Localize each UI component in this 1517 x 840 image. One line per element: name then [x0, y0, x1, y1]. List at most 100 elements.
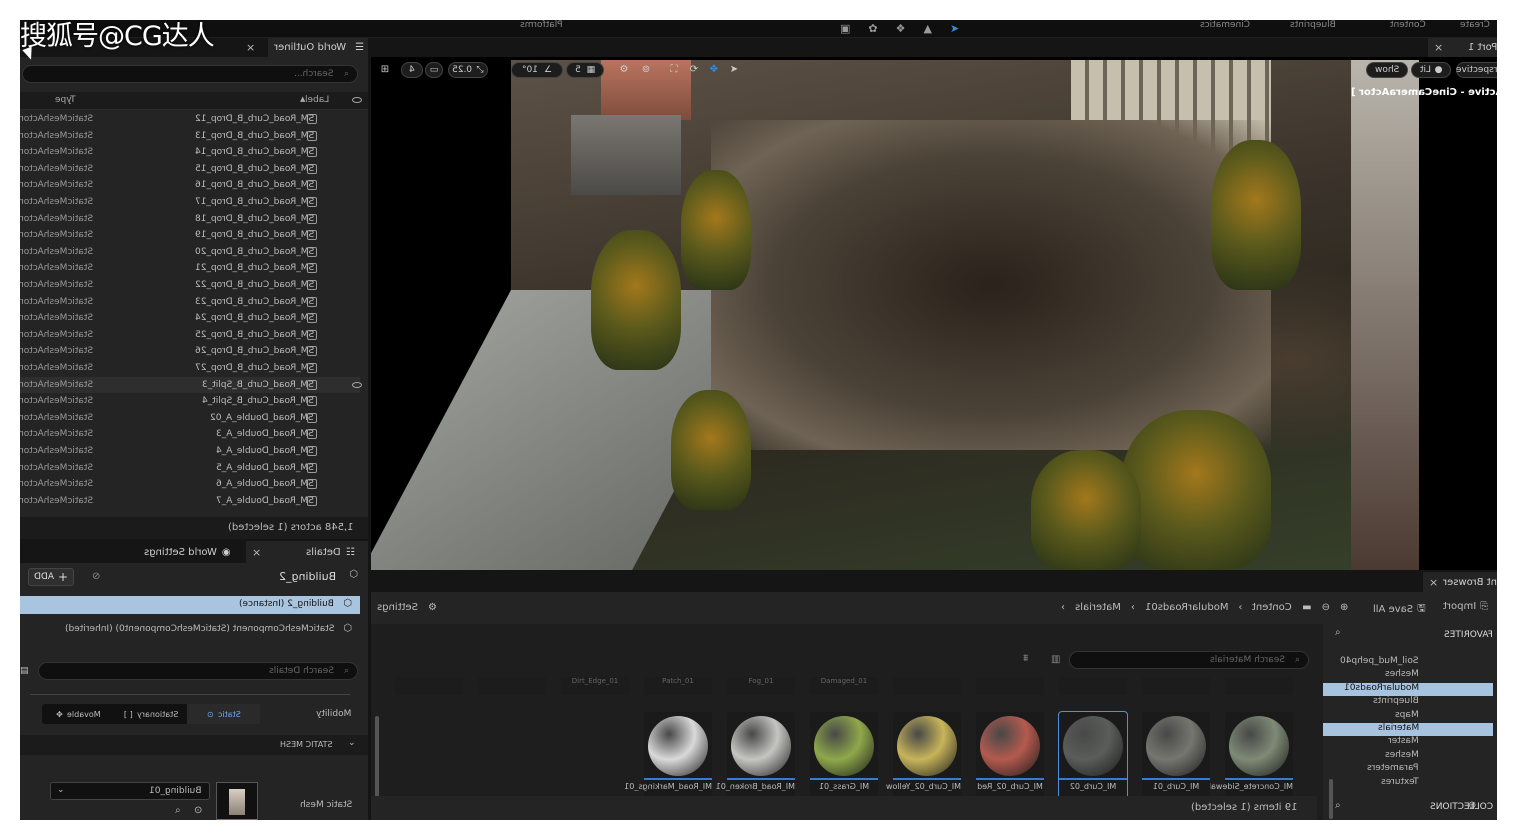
filter-icon[interactable]: ▤	[20, 666, 29, 676]
tab-viewport[interactable]: × Port 1	[1428, 38, 1497, 57]
table-row[interactable]: StaticMeshActor SM_Road_Curb_B_Drop_20	[20, 244, 360, 261]
tile-partial[interactable]	[478, 677, 546, 695]
component-row[interactable]: StaticMeshComponent (StaticMeshComponent…	[20, 621, 360, 639]
table-row[interactable]: StaticMeshActor SM_Road_Curb_B_Drop_12	[20, 111, 360, 128]
visibility-eye-icon[interactable]	[352, 97, 362, 103]
mobility-stationary[interactable]: [ ] Stationary	[115, 704, 188, 724]
breadcrumb-modularroads[interactable]: ModularRoads01	[1145, 602, 1228, 613]
sources-scrollbar[interactable]	[1329, 779, 1333, 819]
tab-world-outliner[interactable]: × World Outliner ☰	[246, 38, 368, 57]
mobility-static[interactable]: ⊙ Static	[187, 704, 261, 724]
tile-partial[interactable]: Damaged_01	[810, 677, 878, 695]
toolbar-item[interactable]: Blueprints	[1290, 20, 1336, 34]
history-forward-icon[interactable]: ⊕	[1340, 602, 1348, 613]
close-icon[interactable]: ×	[246, 41, 255, 54]
tile-partial[interactable]	[893, 677, 961, 695]
static-mesh-dropdown[interactable]: ⌄ Building_01	[50, 782, 210, 800]
static-mesh-thumbnail[interactable]	[216, 782, 258, 820]
table-row[interactable]: StaticMeshActor SM_Road_Double_A_02	[20, 410, 360, 427]
table-row[interactable]: StaticMeshActor SM_Road_Curb_B_Drop_17	[20, 194, 360, 211]
table-row[interactable]: StaticMeshActor SM_Road_Curb_B_Drop_18	[20, 211, 360, 228]
tab-world-settings[interactable]: World Settings ◉	[138, 541, 236, 563]
tile-partial[interactable]	[1225, 677, 1293, 695]
table-row[interactable]: StaticMeshActor SM_Road_Curb_B_Drop_13	[20, 128, 360, 145]
rotate-icon[interactable]: ⟳	[687, 64, 701, 76]
toolbar-item[interactable]: Content	[1390, 20, 1426, 34]
angle-snap-button[interactable]: 10° ∠	[511, 62, 563, 78]
table-row[interactable]: StaticMeshActor SM_Road_Curb_B_Drop_19	[20, 227, 360, 244]
lock-icon[interactable]: ▥	[1051, 654, 1060, 665]
column-type[interactable]: Type	[55, 95, 76, 105]
cube-icon[interactable]: ▣	[840, 22, 850, 35]
toolbar-item[interactable]: Create	[1460, 20, 1490, 34]
table-row[interactable]: StaticMeshActor SM_Road_Double_A_3	[20, 426, 360, 443]
lit-button[interactable]: Lit ●	[1411, 62, 1451, 78]
table-row[interactable]: StaticMeshActor SM_Road_Curb_B_Drop_22	[20, 277, 360, 294]
scale-snap-button[interactable]: 0.25 ⤡	[448, 62, 488, 78]
table-row[interactable]: StaticMeshActor SM_Road_Curb_B_Drop_24	[20, 310, 360, 327]
tile-partial[interactable]	[976, 677, 1044, 695]
sources-item[interactable]: Materials	[1323, 723, 1493, 736]
cinematic-icon[interactable]: ❖	[896, 22, 906, 35]
sources-item[interactable]: ModularRoads01	[1323, 682, 1493, 696]
perspective-button[interactable]: Perspective	[1456, 62, 1497, 78]
materials-search-input[interactable]: Search Materials ⌕	[1069, 651, 1309, 669]
tile-partial[interactable]: Fog_01	[727, 677, 795, 695]
toolbar-item[interactable]: Cinematics	[1200, 20, 1250, 34]
select-icon[interactable]: ➤	[727, 64, 741, 76]
breadcrumb-materials[interactable]: Materials	[1075, 602, 1121, 613]
static-mesh-section-header[interactable]: STATIC MESH ⌄	[20, 735, 368, 755]
table-row[interactable]: StaticMeshActor SM_Road_Curb_B_Drop_26	[20, 343, 360, 360]
level-viewport[interactable]: ⊞ 4 ▭ 0.25 ⤡ 10° ∠ 5 ▦ ⚙ ⊚ ⛶ ⟳ ✥ ➤ Show Lit…	[371, 57, 1497, 570]
translate-icon[interactable]: ✥	[707, 64, 721, 76]
settings-button[interactable]: Settings ⚙	[377, 602, 437, 613]
sources-item[interactable]: Master	[1323, 736, 1493, 749]
breadcrumb-content[interactable]: Content	[1252, 602, 1292, 613]
table-row[interactable]: StaticMeshActor SM_Road_Curb_B_Drop_25	[20, 327, 360, 344]
blueprint-icon[interactable]: ⊘	[92, 571, 100, 582]
table-row[interactable]: StaticMeshActor SM_Road_Double_A_5	[20, 460, 360, 477]
table-row[interactable]: StaticMeshActor SM_Road_Double_A_6	[20, 476, 360, 493]
details-search-input[interactable]: Search Details ⌕	[38, 662, 358, 680]
grid-snap-button[interactable]: 5 ▦	[566, 62, 604, 78]
mobility-movable[interactable]: ✥ Movable	[42, 704, 115, 724]
outliner-search-input[interactable]: Search... ⌕	[22, 65, 358, 83]
sources-item[interactable]: Meshes	[1323, 669, 1493, 682]
table-row[interactable]: StaticMeshActor SM_Road_Curb_B_Drop_15	[20, 161, 360, 178]
play-icon[interactable]: ▲	[924, 22, 932, 35]
table-row[interactable]: StaticMeshActor SM_Road_Curb_B_Split_4	[20, 393, 360, 410]
close-icon[interactable]: ×	[1434, 41, 1443, 54]
save-all-button[interactable]: Save All 🖫	[1373, 601, 1426, 618]
blueprint-icon[interactable]: ✿	[868, 22, 877, 35]
table-row[interactable]: StaticMeshActor SM_Road_Double_A_7	[20, 493, 360, 510]
table-row[interactable]: StaticMeshActor SM_Road_Double_A_4	[20, 443, 360, 460]
tile-partial[interactable]: Patch_01	[644, 677, 712, 695]
tile-partial[interactable]	[395, 677, 463, 695]
add-collection-icon[interactable]: ⊕	[1468, 800, 1476, 811]
platforms-icon[interactable]: ➤	[950, 22, 959, 35]
table-row[interactable]: StaticMeshActor SM_Road_Curb_B_Drop_27	[20, 360, 360, 377]
sources-item[interactable]: Parameters	[1323, 763, 1493, 776]
tile-partial[interactable]	[1059, 677, 1127, 695]
sources-item[interactable]: Soil_Mud_pehp40	[1323, 656, 1493, 669]
instance-row[interactable]: Building_2 (Instance) ⬡	[20, 596, 360, 614]
sources-item[interactable]: Meshes	[1323, 750, 1493, 763]
table-row[interactable]: StaticMeshActor SM_Road_Curb_B_Drop_16	[20, 177, 360, 194]
close-icon[interactable]: ×	[252, 546, 261, 559]
camera-icon[interactable]: ⊚	[639, 64, 653, 76]
scale-icon[interactable]: ⛶	[667, 64, 681, 76]
table-row[interactable]: StaticMeshActor SM_Road_Curb_B_Drop_14	[20, 144, 360, 161]
table-row[interactable]: StaticMeshActor SM_Road_Curb_B_Split_3	[20, 376, 362, 394]
filter-icon[interactable]: ⩩	[1023, 653, 1028, 664]
add-component-button[interactable]: ADD +	[28, 568, 74, 586]
close-icon[interactable]: ×	[1429, 576, 1438, 589]
toolbar-item[interactable]: Platforms	[520, 20, 563, 34]
world-local-icon[interactable]: ⚙	[617, 64, 631, 76]
tab-details[interactable]: × Details ☷	[246, 541, 368, 563]
camera-speed-button[interactable]: 4	[401, 62, 423, 78]
tab-content-browser[interactable]: × Content Browser	[1423, 572, 1497, 592]
import-button[interactable]: Import ⎘	[1443, 601, 1488, 612]
sources-item[interactable]: Maps	[1323, 710, 1493, 723]
sources-item[interactable]: Textures	[1323, 777, 1493, 790]
visibility-eye-icon[interactable]	[352, 381, 362, 388]
